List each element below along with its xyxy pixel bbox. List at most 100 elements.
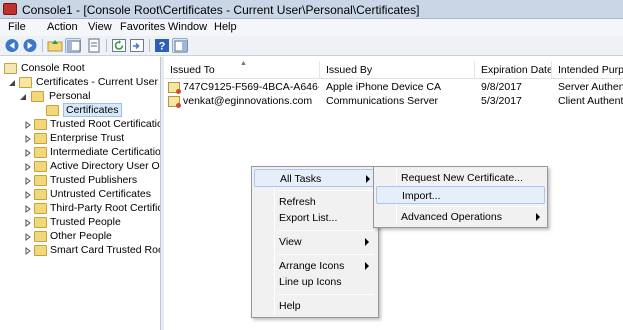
title-bar: Console1 - [Console Root\Certificates - … — [0, 0, 623, 19]
up-folder-icon[interactable] — [47, 38, 63, 53]
expand-arrow-icon[interactable] — [24, 121, 32, 129]
menu-item-help[interactable]: Help — [254, 297, 376, 315]
tree-node-third-party-root[interactable]: Third-Party Root Certificat — [24, 202, 160, 216]
toolbar: ? — [0, 36, 623, 56]
help-icon[interactable]: ? — [154, 38, 170, 53]
menu-item-advanced-operations[interactable]: Advanced Operations — [376, 208, 545, 226]
back-icon[interactable] — [4, 38, 20, 53]
show-tree-icon[interactable] — [65, 38, 81, 53]
folder-icon — [34, 147, 47, 158]
expand-arrow-icon[interactable] — [24, 233, 32, 241]
tree-node-trusted-root[interactable]: Trusted Root Certification A — [24, 118, 160, 132]
certificate-icon — [168, 96, 181, 108]
console-tree: Console Root Certificates - Current User… — [0, 57, 161, 330]
folder-icon — [34, 133, 47, 144]
expand-arrow-icon[interactable] — [24, 191, 32, 199]
tree-node-active-directory[interactable]: Active Directory User Objec — [24, 160, 160, 174]
tree-node-console-root[interactable]: Console Root — [4, 62, 154, 76]
tree-node-untrusted[interactable]: Untrusted Certificates — [24, 188, 160, 202]
submenu-arrow-icon — [366, 175, 370, 183]
mmc-app-icon — [3, 3, 17, 15]
collapse-arrow-icon[interactable] — [19, 93, 27, 101]
window-title: Console1 - [Console Root\Certificates - … — [22, 3, 420, 17]
column-expiration-date[interactable]: Expiration Date — [475, 61, 552, 79]
folder-icon — [4, 63, 17, 74]
action-pane-icon[interactable] — [172, 38, 188, 53]
expand-arrow-icon[interactable] — [24, 149, 32, 157]
folder-icon — [34, 245, 47, 256]
folder-icon — [34, 161, 47, 172]
folder-icon — [31, 91, 44, 102]
menu-separator — [400, 206, 543, 207]
column-issued-to[interactable]: ▲ Issued To — [164, 61, 320, 79]
certificate-store-icon — [19, 77, 32, 88]
menu-separator — [278, 230, 374, 231]
menu-favorites[interactable]: Favorites — [120, 21, 165, 33]
menu-help[interactable]: Help — [214, 21, 237, 33]
tree-node-intermediate[interactable]: Intermediate Certification A — [24, 146, 160, 160]
table-row[interactable]: 747C9125-F569-4BCA-A646-79F... Apple iPh… — [164, 81, 623, 95]
cell-expiration: 9/8/2017 — [481, 81, 522, 93]
expand-arrow-icon[interactable] — [24, 163, 32, 171]
table-row[interactable]: venkat@eginnovations.com Communications … — [164, 95, 623, 109]
expand-arrow-icon[interactable] — [24, 177, 32, 185]
all-tasks-submenu: Request New Certificate... Import... Adv… — [373, 166, 548, 228]
cell-issued-by: Apple iPhone Device CA — [326, 81, 441, 93]
submenu-arrow-icon — [365, 238, 369, 246]
certificate-icon — [168, 82, 181, 94]
menu-item-line-up-icons[interactable]: Line up Icons — [254, 273, 376, 291]
tree-node-certificates-current-user[interactable]: Certificates - Current User — [8, 76, 160, 90]
collapse-arrow-icon[interactable] — [8, 79, 16, 87]
folder-icon — [34, 189, 47, 200]
context-menu: All Tasks Refresh Export List... View Ar… — [251, 166, 379, 318]
folder-open-icon — [46, 105, 59, 116]
menu-window[interactable]: Window — [168, 21, 207, 33]
folder-icon — [34, 217, 47, 228]
menu-file[interactable]: File — [8, 21, 26, 33]
column-intended-purposes[interactable]: Intended Purpo — [552, 61, 623, 79]
expand-arrow-icon[interactable] — [24, 135, 32, 143]
submenu-arrow-icon — [536, 213, 540, 221]
submenu-arrow-icon — [365, 262, 369, 270]
cell-expiration: 5/3/2017 — [481, 95, 522, 107]
export-list-icon[interactable] — [129, 38, 145, 53]
cell-purpose: Client Authenti — [558, 95, 623, 107]
forward-icon[interactable] — [22, 38, 38, 53]
tree-node-other-people[interactable]: Other People — [24, 230, 160, 244]
menu-bar: File Action View Favorites Window Help — [0, 19, 623, 36]
cell-issued-to: venkat@eginnovations.com — [183, 95, 313, 107]
svg-text:?: ? — [159, 41, 166, 53]
list-header: ▲ Issued To Issued By Expiration Date In… — [164, 61, 623, 79]
expand-arrow-icon[interactable] — [24, 205, 32, 213]
column-issued-by[interactable]: Issued By — [320, 61, 475, 79]
cell-issued-by: Communications Server — [326, 95, 439, 107]
tree-node-enterprise-trust[interactable]: Enterprise Trust — [24, 132, 160, 146]
menu-view[interactable]: View — [88, 21, 112, 33]
expand-arrow-icon[interactable] — [24, 247, 32, 255]
folder-icon — [34, 119, 47, 130]
sort-ascending-icon: ▲ — [240, 61, 247, 67]
expand-arrow-icon[interactable] — [24, 219, 32, 227]
menu-item-all-tasks[interactable]: All Tasks — [254, 169, 376, 187]
toolbar-separator — [42, 39, 43, 52]
menu-item-view[interactable]: View — [254, 233, 376, 251]
tree-node-personal[interactable]: Personal — [19, 90, 159, 104]
tree-node-trusted-people[interactable]: Trusted People — [24, 216, 160, 230]
menu-item-import[interactable]: Import... — [376, 186, 545, 204]
properties-icon[interactable] — [86, 38, 102, 53]
menu-item-export-list[interactable]: Export List... — [254, 209, 376, 227]
tree-node-certificates[interactable]: Certificates — [33, 103, 159, 118]
toolbar-separator — [149, 39, 150, 52]
folder-icon — [34, 175, 47, 186]
tree-node-trusted-publishers[interactable]: Trusted Publishers — [24, 174, 160, 188]
tree-node-smart-card-roots[interactable]: Smart Card Trusted Roots — [24, 244, 160, 258]
menu-item-request-new-certificate[interactable]: Request New Certificate... — [376, 169, 545, 187]
toolbar-separator — [106, 39, 107, 52]
refresh-icon[interactable] — [111, 38, 127, 53]
cell-purpose: Server Authenti — [558, 81, 623, 93]
menu-action[interactable]: Action — [47, 21, 78, 33]
menu-separator — [278, 190, 374, 191]
folder-icon — [34, 231, 47, 242]
folder-icon — [34, 203, 47, 214]
cell-issued-to: 747C9125-F569-4BCA-A646-79F... — [183, 81, 319, 93]
